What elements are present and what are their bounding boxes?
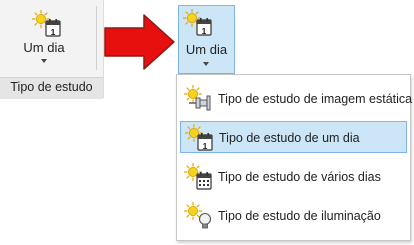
group-separator <box>96 6 97 70</box>
study-type-menu: Tipo de estudo de imagem estática 1 Tipo… <box>176 74 412 241</box>
menu-item-label: Tipo de estudo de um dia <box>219 131 360 145</box>
svg-text:1: 1 <box>203 141 208 151</box>
menu-item-label: Tipo de estudo de imagem estática <box>218 92 413 106</box>
one-day-active-button[interactable]: 1 Um dia <box>178 5 235 74</box>
red-arrow-icon <box>104 14 175 70</box>
dropdown-arrow-icon <box>203 62 209 66</box>
sun-calendar-icon: 1 <box>31 9 61 37</box>
group-label: Tipo de estudo <box>10 80 93 94</box>
sun-calendar-icon: 1 <box>182 8 212 36</box>
menu-item-still-image-study[interactable]: Tipo de estudo de imagem estática <box>180 83 412 115</box>
svg-text:1: 1 <box>202 26 207 36</box>
sun-lightbulb-icon <box>183 201 212 229</box>
menu-item-label: Tipo de estudo de iluminação <box>218 209 381 223</box>
menu-item-lighting-study[interactable]: Tipo de estudo de iluminação <box>180 200 407 232</box>
menu-item-one-day-study[interactable]: 1 Tipo de estudo de um dia <box>180 121 407 153</box>
menu-item-label: Tipo de estudo de vários dias <box>218 170 381 184</box>
sun-pushpin-icon <box>183 84 211 111</box>
one-day-label: Um dia <box>23 40 65 55</box>
sun-calendar-grid-icon <box>183 162 212 190</box>
svg-text:1: 1 <box>51 27 56 37</box>
sun-calendar-icon: 1 <box>184 123 213 151</box>
one-day-ribbon-button[interactable]: 1 Um dia <box>3 3 85 73</box>
dropdown-arrow-icon <box>41 59 47 63</box>
one-day-active-label: Um dia <box>185 42 228 57</box>
menu-item-multi-day-study[interactable]: Tipo de estudo de vários dias <box>180 161 407 193</box>
